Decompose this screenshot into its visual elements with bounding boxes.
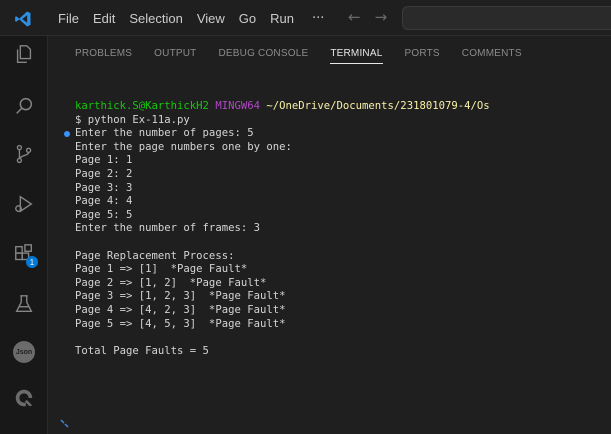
terminal-line: Page 4: 4 xyxy=(75,195,133,208)
extensions-icon[interactable]: 1 xyxy=(12,242,38,268)
title-bar: File Edit Selection View Go Run ··· ← → xyxy=(0,0,611,36)
prompt-shell: MINGW64 xyxy=(215,100,260,112)
menu-bar: File Edit Selection View Go Run ··· xyxy=(58,0,324,36)
command-status-dot-icon[interactable] xyxy=(64,131,70,138)
panel-tabs: PROBLEMS OUTPUT DEBUG CONSOLE TERMINAL P… xyxy=(49,36,611,72)
tab-debug-console[interactable]: DEBUG CONSOLE xyxy=(218,36,308,72)
activity-bar: 1 Json xyxy=(0,36,48,434)
remote-icon[interactable] xyxy=(12,386,36,410)
menu-view[interactable]: View xyxy=(197,11,225,26)
testing-icon[interactable] xyxy=(12,292,36,316)
back-arrow-icon[interactable]: ← xyxy=(348,8,361,26)
terminal-line: Page 2: 2 xyxy=(75,167,133,180)
bottom-panel: PROBLEMS OUTPUT DEBUG CONSOLE TERMINAL P… xyxy=(49,36,611,434)
explorer-icon[interactable] xyxy=(12,42,36,66)
terminal-line: Total Page Faults = 5 xyxy=(75,344,209,357)
more-menu-icon[interactable]: ··· xyxy=(312,11,324,26)
forward-arrow-icon[interactable]: → xyxy=(375,8,388,26)
json-icon[interactable]: Json xyxy=(12,340,36,364)
terminal-line: Page 1 => [1] *Page Fault* xyxy=(75,263,248,276)
terminal-line: Enter the number of frames: 3 xyxy=(75,222,260,235)
extensions-badge: 1 xyxy=(26,256,38,268)
search-icon[interactable] xyxy=(12,94,36,118)
tab-ports[interactable]: PORTS xyxy=(405,36,440,72)
navigation-arrows: ← → xyxy=(348,8,387,26)
menu-go[interactable]: Go xyxy=(239,11,256,26)
source-control-icon[interactable] xyxy=(12,142,36,166)
menu-run[interactable]: Run xyxy=(270,11,294,26)
tab-comments[interactable]: COMMENTS xyxy=(462,36,522,72)
terminal-decoration-icon xyxy=(60,419,69,428)
menu-edit[interactable]: Edit xyxy=(93,11,115,26)
terminal-line: Page 2 => [1, 2] *Page Fault* xyxy=(75,276,267,289)
command-center[interactable] xyxy=(402,6,611,30)
menu-selection[interactable]: Selection xyxy=(129,11,182,26)
terminal-line: Page 5: 5 xyxy=(75,208,133,221)
terminal-prompt: karthick.S@KarthickH2 MINGW64 ~/OneDrive… xyxy=(75,100,605,114)
terminal-line: Page 5 => [4, 5, 3] *Page Fault* xyxy=(75,317,286,330)
terminal-command: $ python Ex-11a.py xyxy=(75,113,190,126)
tab-problems[interactable]: PROBLEMS xyxy=(75,36,132,72)
terminal-line: Page Replacement Process: xyxy=(75,249,235,262)
menu-file[interactable]: File xyxy=(58,11,79,26)
terminal-output[interactable]: karthick.S@KarthickH2 MINGW64 ~/OneDrive… xyxy=(64,100,605,358)
terminal-line: Page 4 => [4, 2, 3] *Page Fault* xyxy=(75,303,286,316)
terminal-line: Enter the number of pages: 5 xyxy=(64,127,605,141)
prompt-user: karthick.S@KarthickH2 xyxy=(75,100,209,112)
tab-terminal[interactable]: TERMINAL xyxy=(330,36,383,72)
run-debug-icon[interactable] xyxy=(12,192,36,216)
prompt-path: ~/OneDrive/Documents/231801079-4/Os xyxy=(266,100,490,112)
tab-output[interactable]: OUTPUT xyxy=(154,36,196,72)
terminal-line: Page 3 => [1, 2, 3] *Page Fault* xyxy=(75,290,286,303)
terminal-line: Enter the page numbers one by one: xyxy=(75,140,292,153)
vscode-logo-icon xyxy=(15,11,31,27)
terminal-line: Page 1: 1 xyxy=(75,154,133,167)
terminal-line: Page 3: 3 xyxy=(75,181,133,194)
